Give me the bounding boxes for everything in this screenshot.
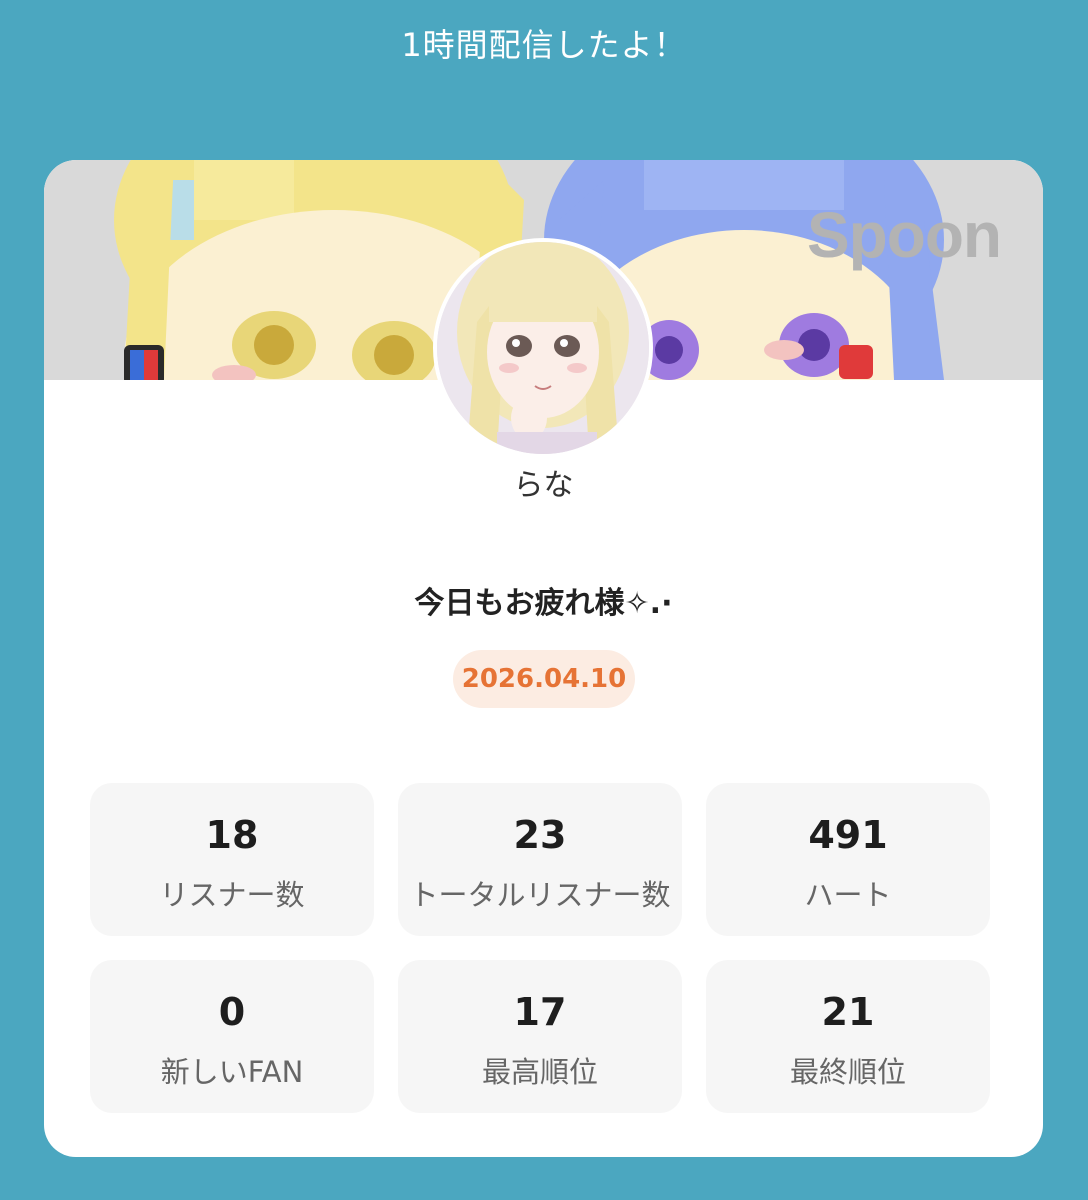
stat-value: 17 (513, 990, 567, 1034)
stat-value: 0 (218, 990, 246, 1034)
user-avatar[interactable] (433, 238, 653, 458)
stat-label: トータルリスナー数 (409, 878, 671, 912)
stat-highest-rank: 17 最高順位 (398, 960, 682, 1113)
stat-final-rank: 21 最終順位 (706, 960, 990, 1113)
stat-label: 最高順位 (481, 1055, 598, 1089)
date-badge: 2026.04.10 (453, 650, 635, 708)
stat-label: リスナー数 (159, 878, 305, 912)
stat-label: ハート (804, 878, 892, 912)
stat-value: 491 (808, 813, 888, 857)
stat-value: 21 (821, 990, 875, 1034)
broadcast-summary-card: Spoon らな 今日もお疲れ様✧.· 2026.04.10 18 リスナー数 (44, 160, 1043, 1157)
spoon-watermark: Spoon (806, 199, 1002, 271)
stat-new-fans: 0 新しいFAN (90, 960, 374, 1113)
avatar-illustration (437, 242, 649, 454)
page-title: 1時間配信したよ！ (401, 26, 687, 64)
stat-hearts: 491 ハート (706, 783, 990, 936)
stat-label: 最終順位 (789, 1055, 906, 1089)
stat-listeners: 18 リスナー数 (90, 783, 374, 936)
stat-label: 新しいFAN (160, 1055, 304, 1089)
headline-message: 今日もお疲れ様✧.· (414, 586, 673, 621)
stats-grid: 18 リスナー数 23 トータルリスナー数 491 ハート 0 新しいFAN 1… (90, 783, 990, 1113)
username: らな (513, 468, 574, 503)
stat-total-listeners: 23 トータルリスナー数 (398, 783, 682, 936)
stat-value: 23 (513, 813, 567, 857)
stat-value: 18 (205, 813, 259, 857)
